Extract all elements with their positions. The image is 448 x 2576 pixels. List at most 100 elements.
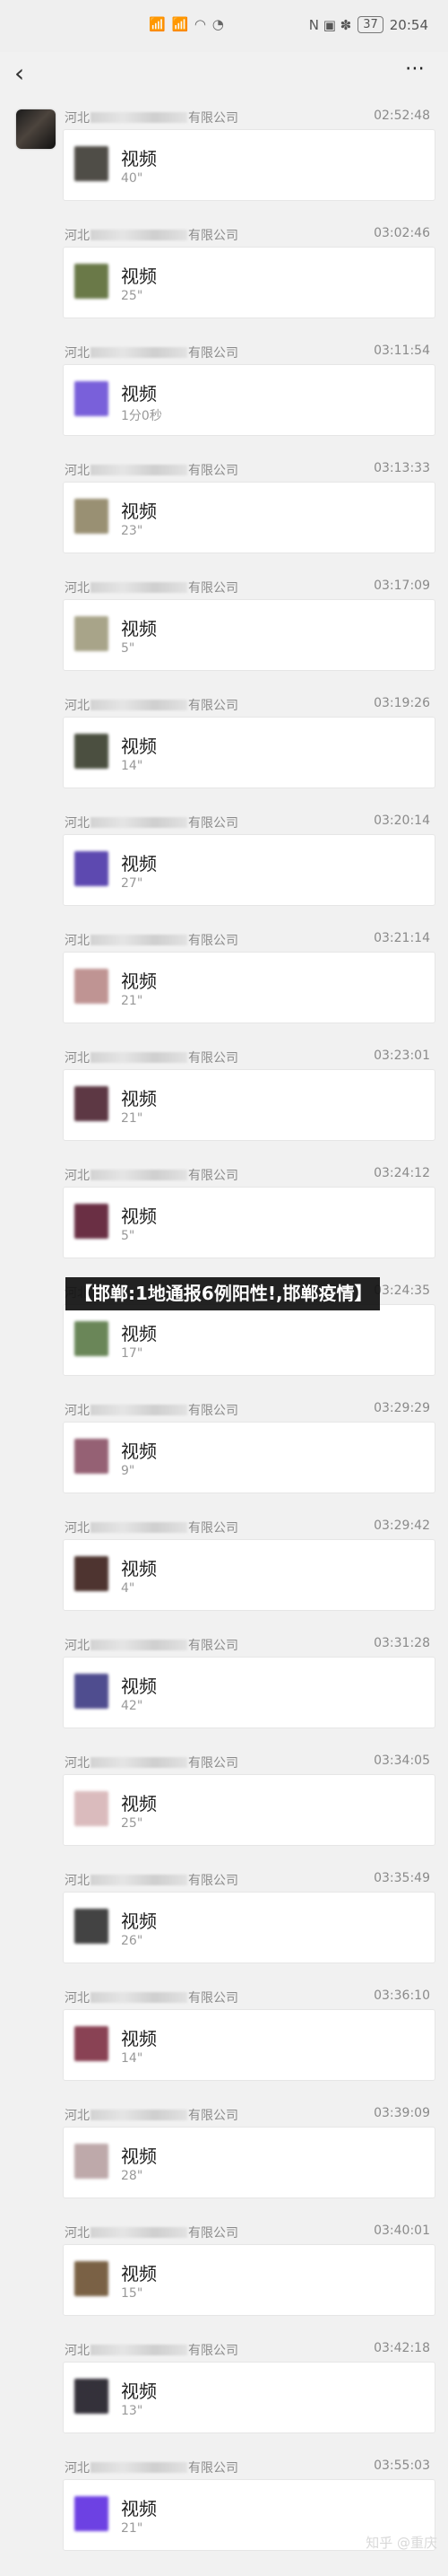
video-title: 视频 (121, 265, 157, 287)
blurred-sender-text (90, 1640, 187, 1650)
sender-suffix: 有限公司 (188, 2461, 238, 2476)
video-card[interactable]: 视频 14" (63, 717, 435, 788)
headline-text: 【邯郸:1地通报6例阳性!,邯郸疫情】 (74, 1283, 373, 1304)
blurred-sender-text (90, 582, 187, 593)
video-thumbnail[interactable] (74, 2026, 108, 2061)
video-duration: 14" (121, 759, 143, 773)
video-title: 视频 (121, 618, 157, 640)
sender-suffix: 有限公司 (188, 816, 238, 831)
message-item: 河北 有限公司 03:20:14 视频 27" (63, 814, 435, 931)
sender-suffix: 有限公司 (188, 1521, 238, 1536)
blurred-sender-text (90, 1757, 187, 1768)
video-card[interactable]: 视频 4" (63, 1539, 435, 1611)
signal-icons: 📶 📶 ◠ ◔ (149, 16, 225, 32)
video-thumbnail[interactable] (74, 1791, 108, 1826)
video-thumbnail[interactable] (74, 2261, 108, 2296)
video-thumbnail[interactable] (74, 1204, 108, 1239)
video-card[interactable]: 视频 40" (63, 129, 435, 201)
video-thumbnail[interactable] (74, 2379, 108, 2414)
sender-suffix: 有限公司 (188, 1874, 238, 1888)
video-title: 视频 (121, 148, 157, 170)
message-time: 03:24:12 (374, 1166, 430, 1180)
video-duration: 28" (121, 2169, 143, 2183)
message-item: 河北 有限公司 03:34:05 视频 25" (63, 1754, 435, 1871)
video-title: 视频 (121, 2145, 157, 2167)
video-card[interactable]: 视频 15" (63, 2244, 435, 2316)
video-thumbnail[interactable] (74, 499, 108, 534)
video-thumbnail[interactable] (74, 1909, 108, 1944)
video-card[interactable]: 视频 17" (63, 1304, 435, 1376)
video-card[interactable]: 视频 25" (63, 247, 435, 318)
blurred-sender-text (90, 465, 187, 475)
sender-name: 河北 有限公司 (65, 1519, 238, 1536)
video-title: 视频 (121, 1440, 157, 1462)
video-card[interactable]: 视频 5" (63, 599, 435, 671)
sender-name: 河北 有限公司 (65, 1871, 238, 1889)
video-thumbnail[interactable] (74, 1439, 108, 1474)
status-bar: 📶 📶 ◠ ◔ N ▣ ✽ 37 20:54 (0, 0, 448, 52)
video-card[interactable]: 视频 21" (63, 1069, 435, 1141)
video-card[interactable]: 视频 9" (63, 1422, 435, 1493)
video-thumbnail[interactable] (74, 1321, 108, 1356)
video-thumbnail[interactable] (74, 1556, 108, 1591)
video-card[interactable]: 视频 42" (63, 1657, 435, 1728)
video-card[interactable]: 视频 23" (63, 482, 435, 553)
message-time: 03:42:18 (374, 2341, 430, 2355)
video-card[interactable]: 视频 5" (63, 1187, 435, 1258)
video-title: 视频 (121, 383, 157, 405)
video-card[interactable]: 视频 26" (63, 1892, 435, 1963)
status-right: N ▣ ✽ 37 20:54 (309, 16, 428, 33)
video-thumbnail[interactable] (74, 2144, 108, 2179)
back-icon[interactable]: ‹ (14, 61, 36, 86)
video-thumbnail[interactable] (74, 616, 108, 651)
blurred-sender-text (90, 700, 187, 710)
message-item: 河北 有限公司 03:24:12 视频 5" (63, 1166, 435, 1284)
video-thumbnail[interactable] (74, 1086, 108, 1121)
avatar[interactable] (16, 109, 56, 149)
video-card[interactable]: 视频 25" (63, 1774, 435, 1846)
blurred-sender-text (90, 347, 187, 358)
video-thumbnail[interactable] (74, 969, 108, 1004)
video-thumbnail[interactable] (74, 734, 108, 769)
video-title: 视频 (121, 2380, 157, 2402)
message-item: 河北 有限公司 03:55:03 视频 21" (63, 2459, 435, 2576)
video-card[interactable]: 视频 13" (63, 2362, 435, 2433)
sender-name: 河北 有限公司 (65, 1989, 238, 2006)
message-time: 03:29:29 (374, 1401, 430, 1415)
video-card[interactable]: 视频 14" (63, 2009, 435, 2081)
sender-name: 河北 有限公司 (65, 931, 238, 949)
top-nav: ‹ ⋯ (0, 52, 448, 95)
sender-prefix: 河北 (65, 1756, 90, 1771)
sender-suffix: 有限公司 (188, 699, 238, 713)
more-icon[interactable]: ⋯ (400, 57, 432, 83)
video-card[interactable]: 视频 28" (63, 2127, 435, 2198)
video-card[interactable]: 视频 1分0秒 (63, 364, 435, 436)
message-time: 03:23:01 (374, 1049, 430, 1063)
sender-name: 河北 有限公司 (65, 696, 238, 714)
video-duration: 40" (121, 171, 143, 186)
sender-name: 河北 有限公司 (65, 2106, 238, 2124)
video-thumbnail[interactable] (74, 851, 108, 886)
video-card[interactable]: 视频 27" (63, 834, 435, 906)
video-thumbnail[interactable] (74, 1674, 108, 1709)
video-duration: 5" (121, 1229, 135, 1243)
sender-suffix: 有限公司 (188, 934, 238, 948)
message-time: 03:13:33 (374, 461, 430, 475)
sender-name: 河北 有限公司 (65, 1166, 238, 1184)
sender-prefix: 河北 (65, 464, 90, 478)
sender-name: 河北 有限公司 (65, 579, 238, 596)
video-title: 视频 (121, 2028, 157, 2049)
video-thumbnail[interactable] (74, 264, 108, 299)
video-thumbnail[interactable] (74, 146, 108, 181)
message-time: 03:21:14 (374, 931, 430, 945)
status-time: 20:54 (389, 16, 428, 33)
video-thumbnail[interactable] (74, 2496, 108, 2531)
video-card[interactable]: 视频 21" (63, 952, 435, 1023)
video-thumbnail[interactable] (74, 381, 108, 416)
sender-prefix: 河北 (65, 699, 90, 713)
sender-prefix: 河北 (65, 1169, 90, 1183)
video-title: 视频 (121, 500, 157, 522)
video-title: 视频 (121, 1910, 157, 1932)
sender-suffix: 有限公司 (188, 2109, 238, 2123)
sender-name: 河北 有限公司 (65, 2459, 238, 2476)
